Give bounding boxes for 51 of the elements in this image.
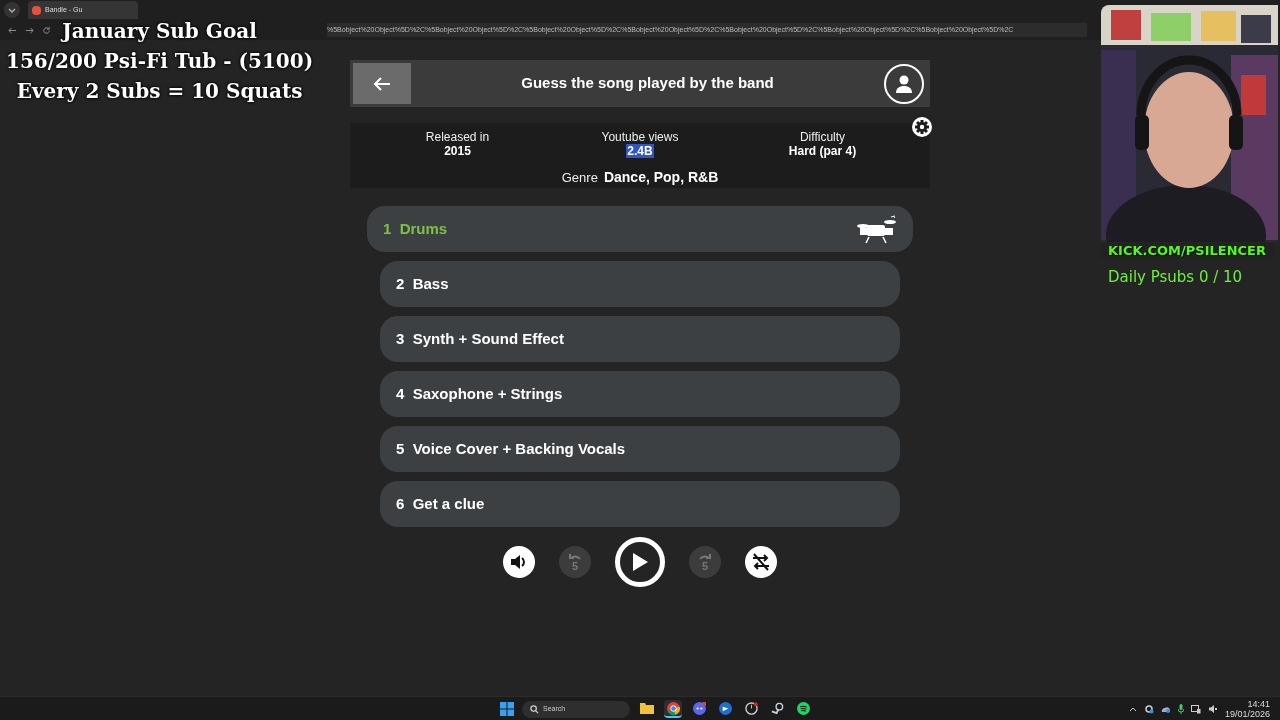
play-icon [631,552,649,572]
track-button[interactable]: 4 Saxophone + Strings [380,371,900,417]
overlay-text: Every 2 Subs = 10 Squats [16,78,303,104]
info-value: 2.4B [626,144,654,158]
reload-icon[interactable] [42,25,51,35]
person-icon [894,73,914,94]
shuffle-off-icon [751,553,771,571]
arrow-left-icon [373,75,391,92]
network-icon[interactable] [1190,704,1201,714]
microphone-icon[interactable] [1177,704,1184,714]
info-value: Hard (par 4) [787,144,858,158]
info-label: Released in [425,130,490,144]
forward-arrow-icon [697,552,713,561]
info-label: Youtube views [601,130,679,144]
speaker-icon [510,554,528,570]
page-title: Guess the song played by the band [520,73,775,94]
overlay-text: 156/200 Psi-Fi Tub - (5100) [6,48,314,74]
play-button[interactable] [615,537,665,587]
settings-icon[interactable] [911,116,933,138]
favicon-icon [32,5,41,15]
browser-icon[interactable] [664,700,682,718]
track-button[interactable]: 5 Voice Cover + Backing Vocals [380,426,900,472]
track-button[interactable]: 1 Drums [367,206,913,252]
rewind-arrow-icon [567,552,583,561]
clock[interactable]: 14:41 19/01/2026 [1224,699,1270,719]
music-icon[interactable] [794,700,812,718]
chat-icon[interactable] [690,700,708,718]
track-button[interactable]: 6 Get a clue [380,481,900,527]
overlay-text: January Sub Goal [62,18,257,44]
info-label: Genre [561,169,598,187]
forward-icon[interactable] [25,25,34,35]
start-icon[interactable] [500,702,514,716]
cloud-icon[interactable] [1160,705,1171,713]
back-button[interactable] [353,63,411,104]
track-button[interactable]: 3 Synth + Sound Effect [380,316,900,362]
info-value: 2015 [443,144,472,158]
search-icon [530,704,539,714]
volume-button[interactable] [503,546,535,578]
chevron-up-icon[interactable] [1128,706,1137,712]
clock-icon[interactable] [742,700,760,718]
track-button[interactable]: 2 Bass [380,261,900,307]
profile-button[interactable] [884,63,924,104]
info-value: Dance, Pop, R&B [603,168,719,187]
overlay-text: Daily Psubs 0 / 10 [1108,267,1243,288]
info-label: Difficulty [799,130,846,144]
shuffle-off-button[interactable] [745,546,777,578]
speaker-icon[interactable] [1207,704,1218,714]
sync-icon[interactable] [1143,704,1154,714]
back-icon[interactable] [8,25,17,35]
chevron-down-icon[interactable] [4,2,20,18]
drum-kit-icon [857,214,897,244]
